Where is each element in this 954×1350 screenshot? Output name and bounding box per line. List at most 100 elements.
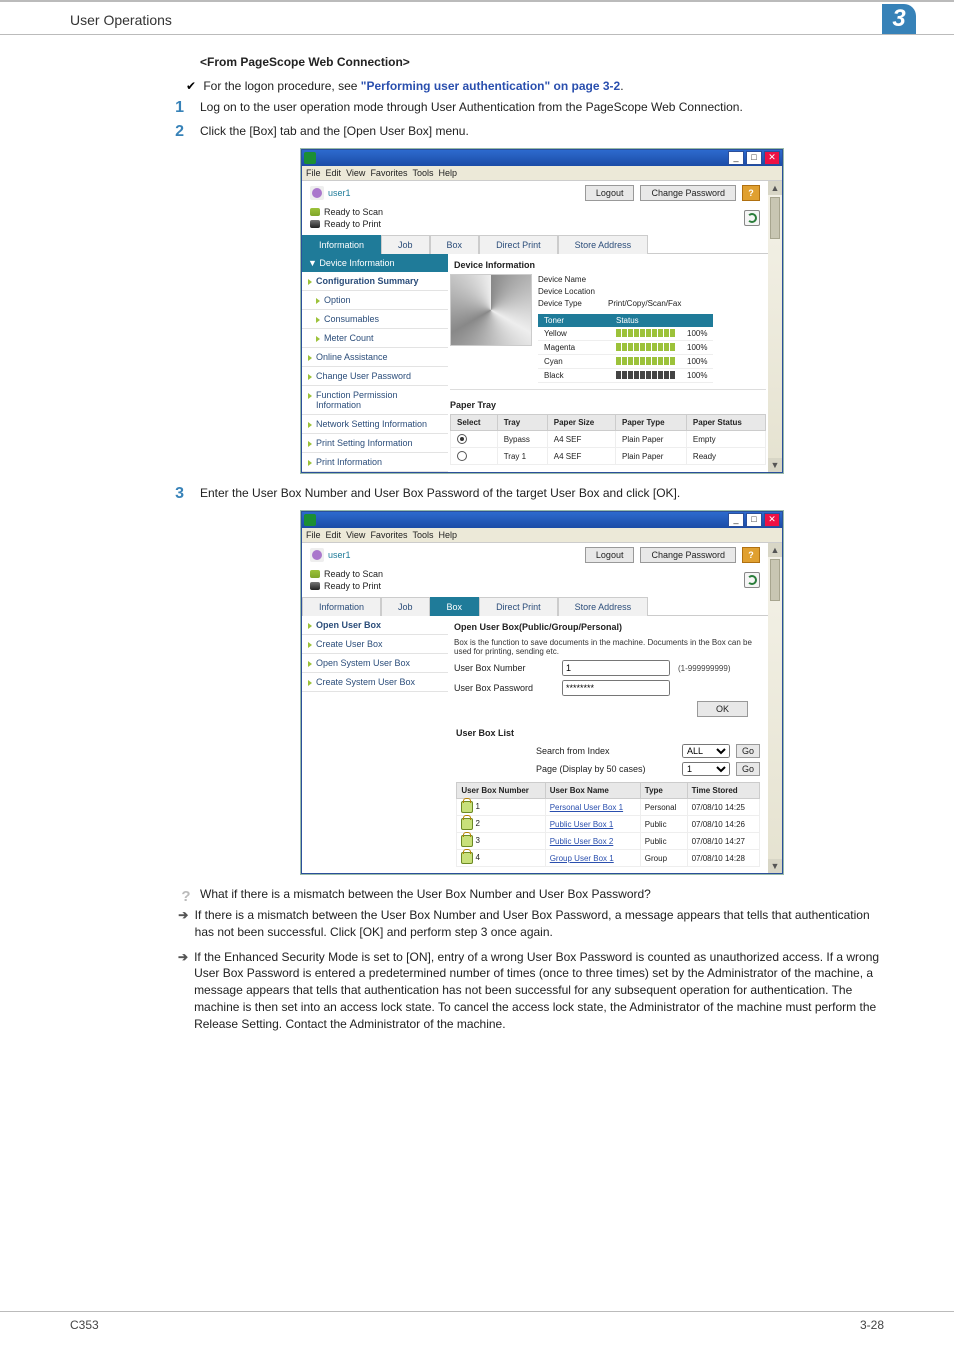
userbox-list-header: User Box List: [450, 720, 766, 742]
go-button[interactable]: Go: [736, 762, 760, 776]
lock-icon: [461, 818, 473, 830]
userboxnum-label: User Box Number: [454, 663, 554, 673]
footer-model: C353: [70, 1318, 99, 1332]
app-icon: [304, 514, 316, 526]
qa-question: What if there is a mismatch between the …: [200, 886, 651, 907]
tab-information[interactable]: Information: [302, 235, 381, 254]
device-image: [450, 274, 532, 346]
minimize-icon[interactable]: _: [728, 151, 744, 165]
sidebar-item-chpass[interactable]: Change User Password: [302, 367, 448, 386]
qa-answer-1: If there is a mismatch between the User …: [195, 907, 884, 941]
browser-menu[interactable]: File Edit View Favorites Tools Help: [302, 166, 782, 181]
sidebar-h-device-info: ▼ Device Information: [302, 254, 448, 272]
userbox-link[interactable]: Group User Box 1: [545, 850, 640, 867]
sidebar-item-printset[interactable]: Print Setting Information: [302, 434, 448, 453]
userbox-list-table: User Box NumberUser Box NameTypeTime Sto…: [456, 782, 759, 867]
sidebar-item-open-sys-box[interactable]: Open System User Box: [302, 654, 448, 673]
change-password-button[interactable]: Change Password: [640, 185, 736, 201]
screenshot-2: _ □ ✕ File Edit View Favorites Tools Hel…: [301, 511, 783, 874]
scrollbar[interactable]: ▲▼: [768, 543, 782, 873]
sidebar-item-funcperm[interactable]: Function Permission Information: [302, 386, 448, 415]
sidebar-item-consumables[interactable]: Consumables: [302, 310, 448, 329]
sidebar-item-printinfo[interactable]: Print Information: [302, 453, 448, 472]
step-2-text: Click the [Box] tab and the [Open User B…: [200, 123, 884, 140]
note-line: ✔ For the logon procedure, see "Performi…: [186, 79, 884, 93]
userbox-link[interactable]: Public User Box 2: [545, 833, 640, 850]
sidebar-item-option[interactable]: Option: [302, 291, 448, 310]
page-select[interactable]: 1: [682, 762, 730, 776]
sidebar-item-config[interactable]: Configuration Summary: [302, 272, 448, 291]
refresh-icon[interactable]: [744, 572, 760, 588]
userbox-number-input[interactable]: [562, 660, 670, 676]
change-password-button[interactable]: Change Password: [640, 547, 736, 563]
scanner-led-icon: [310, 570, 320, 578]
arrow-icon: ➔: [178, 907, 189, 941]
sidebar-item-open-user-box[interactable]: Open User Box: [302, 616, 448, 635]
tab-direct-print[interactable]: Direct Print: [479, 235, 558, 254]
question-mark-icon: ?: [178, 886, 194, 907]
step-1-text: Log on to the user operation mode throug…: [200, 99, 884, 116]
go-button[interactable]: Go: [736, 744, 760, 758]
username: user1: [328, 550, 351, 560]
lock-icon: [461, 835, 473, 847]
ready-scan: Ready to Scan: [324, 207, 383, 217]
content-title: Open User Box(Public/Group/Personal): [450, 618, 766, 636]
tab-store-address[interactable]: Store Address: [558, 597, 649, 616]
userbox-link[interactable]: Personal User Box 1: [545, 799, 640, 816]
search-index-select[interactable]: ALL: [682, 744, 730, 758]
section-title: <From PageScope Web Connection>: [200, 55, 884, 69]
help-icon[interactable]: ?: [742, 185, 760, 201]
sidebar-item-netset[interactable]: Network Setting Information: [302, 415, 448, 434]
footer-pagenum: 3-28: [860, 1318, 884, 1332]
screenshot-1: _ □ ✕ File Edit View Favorites Tools Hel…: [301, 149, 783, 473]
tab-direct-print[interactable]: Direct Print: [479, 597, 558, 616]
checkmark-icon: ✔: [186, 79, 200, 93]
page-header-title: User Operations: [70, 12, 882, 34]
logout-button[interactable]: Logout: [585, 185, 635, 201]
tray-radio[interactable]: [457, 451, 467, 461]
lock-icon: [461, 801, 473, 813]
maximize-icon[interactable]: □: [746, 151, 762, 165]
sidebar-item-meter[interactable]: Meter Count: [302, 329, 448, 348]
step-3-text: Enter the User Box Number and User Box P…: [200, 485, 884, 502]
step-3-number: 3: [170, 485, 184, 503]
tab-store-address[interactable]: Store Address: [558, 235, 649, 254]
paper-tray-header: Paper Tray: [450, 396, 766, 414]
minimize-icon[interactable]: _: [728, 513, 744, 527]
printer-led-icon: [310, 220, 320, 228]
app-icon: [304, 152, 316, 164]
username: user1: [328, 188, 351, 198]
sidebar-item-create-sys-box[interactable]: Create System User Box: [302, 673, 448, 692]
sidebar-item-create-user-box[interactable]: Create User Box: [302, 635, 448, 654]
tab-job[interactable]: Job: [381, 235, 430, 254]
ready-print: Ready to Print: [324, 219, 381, 229]
close-icon[interactable]: ✕: [764, 513, 780, 527]
step-1-number: 1: [170, 99, 184, 117]
paper-tray-table: SelectTrayPaper SizePaper TypePaper Stat…: [450, 414, 766, 465]
tab-box[interactable]: Box: [430, 235, 480, 254]
chapter-number: 3: [882, 4, 916, 34]
scrollbar[interactable]: ▲▼: [768, 181, 782, 472]
userbox-link[interactable]: Public User Box 1: [545, 816, 640, 833]
note-text-lead: For the logon procedure, see: [203, 79, 360, 93]
step-2-number: 2: [170, 123, 184, 141]
maximize-icon[interactable]: □: [746, 513, 762, 527]
scanner-led-icon: [310, 208, 320, 216]
ok-button[interactable]: OK: [697, 701, 748, 717]
lock-icon: [461, 852, 473, 864]
userbox-password-input[interactable]: [562, 680, 670, 696]
tab-box[interactable]: Box: [430, 597, 480, 616]
refresh-icon[interactable]: [744, 210, 760, 226]
close-icon[interactable]: ✕: [764, 151, 780, 165]
qa-answer-2: If the Enhanced Security Mode is set to …: [194, 949, 884, 1033]
browser-menu[interactable]: File Edit View Favorites Tools Help: [302, 528, 782, 543]
logout-button[interactable]: Logout: [585, 547, 635, 563]
tab-job[interactable]: Job: [381, 597, 430, 616]
xref-link[interactable]: "Performing user authentication" on page…: [361, 79, 620, 93]
tray-radio[interactable]: [457, 434, 467, 444]
help-icon[interactable]: ?: [742, 547, 760, 563]
tab-information[interactable]: Information: [302, 597, 381, 616]
printer-led-icon: [310, 582, 320, 590]
sidebar-item-online[interactable]: Online Assistance: [302, 348, 448, 367]
content-title: Device Information: [450, 256, 766, 274]
